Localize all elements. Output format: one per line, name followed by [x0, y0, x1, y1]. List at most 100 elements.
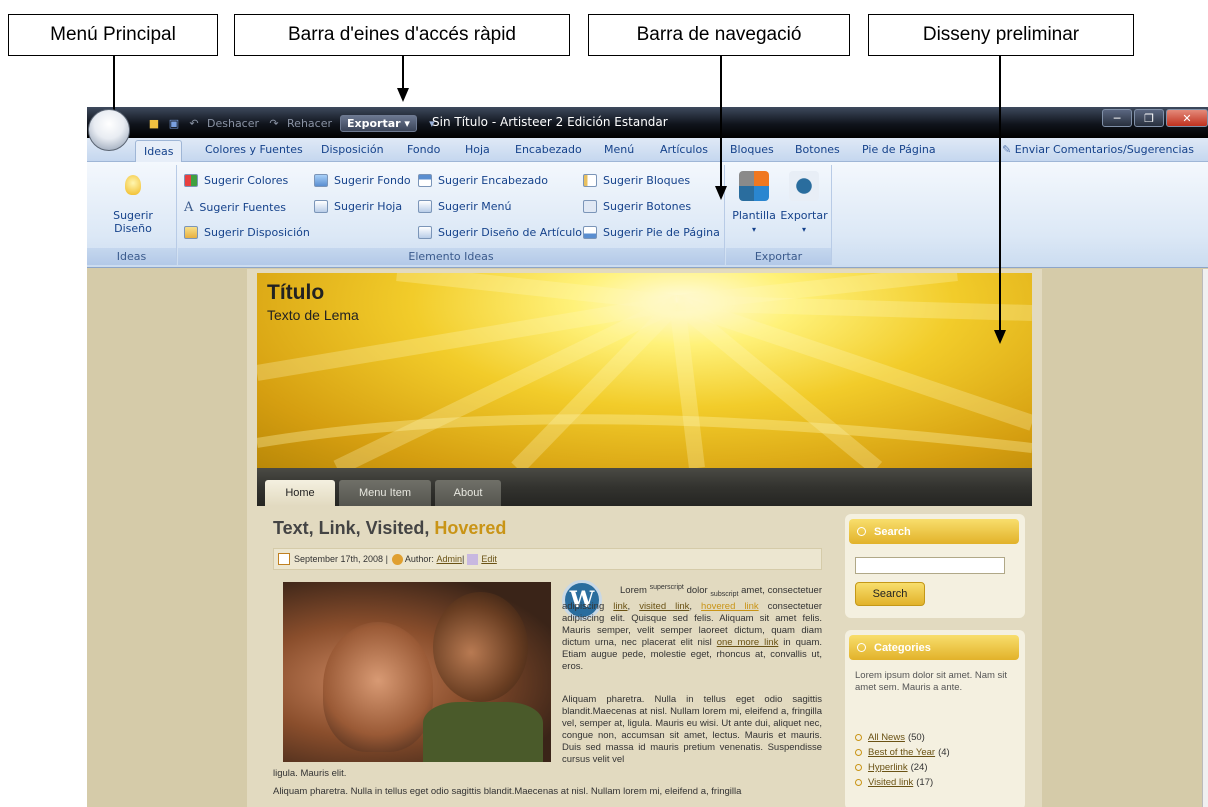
search-input[interactable]	[855, 557, 1005, 574]
suggest-blocks-button[interactable]: Sugerir Bloques	[583, 174, 690, 187]
post-meta: September 17th, 2008 | Author: Admin | E…	[273, 548, 822, 570]
blocks-icon	[583, 174, 597, 187]
group-export: Plantilla ▾ Exportar ▾ Exportar	[726, 165, 832, 265]
redo-icon[interactable]: ↷	[267, 116, 281, 130]
tab-background[interactable]: Fondo	[407, 143, 440, 156]
tab-blocks[interactable]: Bloques	[730, 143, 774, 156]
tab-layout[interactable]: Disposición	[321, 143, 384, 156]
suggest-layout-button[interactable]: Sugerir Disposición	[184, 226, 310, 239]
nav-home[interactable]: Home	[265, 480, 335, 506]
categories-block-header: Categories	[849, 635, 1019, 660]
post-photo	[283, 582, 551, 762]
sample-link[interactable]: link	[613, 601, 627, 612]
list-item: Hyperlink (24)	[855, 760, 950, 775]
main-menu-orb[interactable]	[88, 109, 130, 151]
window-title: Sin Título - Artisteer 2 Edición Estanda…	[432, 115, 668, 129]
category-link[interactable]: All News	[868, 730, 905, 745]
group-label-export: Exportar	[726, 248, 831, 265]
arrowhead-qat	[397, 88, 409, 102]
arrow-line-menu	[113, 56, 115, 113]
undo-button[interactable]: Deshacer	[207, 117, 259, 130]
search-button[interactable]: Search	[855, 582, 925, 606]
undo-icon[interactable]: ↶	[187, 116, 201, 130]
minimize-button[interactable]: ─	[1102, 109, 1132, 127]
categories-text: Lorem ipsum dolor sit amet. Nam sit amet…	[855, 670, 1008, 693]
suggest-footer-button[interactable]: Sugerir Pie de Página	[583, 226, 720, 239]
nav-about[interactable]: About	[435, 480, 501, 506]
search-block: Search Search	[845, 514, 1025, 618]
redo-button[interactable]: Rehacer	[287, 117, 332, 130]
category-link[interactable]: Hyperlink	[868, 760, 908, 775]
callout-navigation-bar: Barra de navegació	[588, 14, 850, 56]
layout-icon	[184, 226, 198, 239]
vertical-scrollbar[interactable]	[1202, 269, 1208, 807]
annotated-screenshot: Menú Principal Barra d'eines d'accés ràp…	[0, 0, 1208, 807]
suggest-article-design-button[interactable]: Sugerir Diseño de Artículo	[418, 226, 582, 239]
post-paragraph-3: Aliquam pharetra. Nulla in tellus eget o…	[273, 786, 742, 797]
site-title: Título	[267, 281, 325, 304]
suggest-sheet-button[interactable]: Sugerir Hoja	[314, 200, 402, 213]
save-icon[interactable]: ▣	[167, 116, 181, 130]
tab-buttons[interactable]: Botones	[795, 143, 840, 156]
tab-sheet[interactable]: Hoja	[465, 143, 490, 156]
ok-button-icon	[583, 200, 597, 213]
title-bar: ■ ▣ ↶ Deshacer ↷ Rehacer Exportar ▾ ▾ Si…	[87, 107, 1208, 138]
more-link[interactable]: one more link	[717, 637, 779, 648]
group-element-ideas: Sugerir Colores A Sugerir Fuentes Sugerir…	[178, 165, 725, 265]
list-item: Best of the Year (4)	[855, 745, 950, 760]
artisteer-window: ■ ▣ ↶ Deshacer ↷ Rehacer Exportar ▾ ▾ Si…	[87, 107, 1208, 807]
post-paragraph-2-end: ligula. Mauris elit.	[273, 768, 347, 779]
hovered-link[interactable]: hovered link	[701, 601, 759, 612]
tab-ideas[interactable]: Ideas	[135, 140, 183, 163]
background-icon	[314, 174, 328, 187]
tab-header[interactable]: Encabezado	[515, 143, 582, 156]
site-nav-bar: Home Menu Item About	[257, 468, 1032, 506]
nav-menu-item[interactable]: Menu Item	[339, 480, 431, 506]
tab-colors-fonts[interactable]: Colores y Fuentes	[205, 143, 303, 156]
author-link[interactable]: Admin	[436, 554, 462, 564]
ribbon: Sugerir Diseño Ideas Sugerir Colores A Su…	[87, 162, 1208, 268]
post-paragraph-2: Aliquam pharetra. Nulla in tellus eget o…	[562, 694, 822, 765]
category-link[interactable]: Visited link	[868, 775, 913, 790]
tab-footer[interactable]: Pie de Página	[862, 143, 936, 156]
arrowhead-design	[994, 330, 1006, 344]
template-button[interactable]: Plantilla ▾	[730, 171, 778, 235]
author-icon	[391, 553, 403, 565]
group-label-ideas: Ideas	[87, 248, 176, 265]
visited-link[interactable]: visited link	[639, 601, 689, 612]
suggest-buttons-button[interactable]: Sugerir Botones	[583, 200, 691, 213]
list-item: All News (50)	[855, 730, 950, 745]
window-controls: ─ ❐ ✕	[1100, 109, 1208, 127]
suggest-header-button[interactable]: Sugerir Encabezado	[418, 174, 548, 187]
arrow-line-qat	[402, 56, 404, 90]
suggest-colors-button[interactable]: Sugerir Colores	[184, 174, 288, 187]
feedback-icon: ✎	[1002, 143, 1015, 156]
open-folder-icon[interactable]: ■	[147, 116, 161, 130]
page-sheet: Título Texto de Lema Home Menu Item Abou…	[247, 269, 1042, 807]
suggest-menu-button[interactable]: Sugerir Menú	[418, 200, 512, 213]
arrow-line-nav	[720, 56, 722, 188]
tab-articles[interactable]: Artículos	[660, 143, 708, 156]
close-button[interactable]: ✕	[1166, 109, 1208, 127]
font-a-icon: A	[184, 200, 194, 215]
lightbulb-icon	[125, 175, 141, 195]
suggest-background-button[interactable]: Sugerir Fondo	[314, 174, 411, 187]
category-link[interactable]: Best of the Year	[868, 745, 935, 760]
list-item: Visited link (17)	[855, 775, 950, 790]
send-feedback-link[interactable]: ✎ Enviar Comentarios/Sugerencias	[1002, 143, 1194, 156]
tab-menu[interactable]: Menú	[604, 143, 634, 156]
footer-icon	[583, 226, 597, 239]
site-slogan: Texto de Lema	[267, 307, 359, 323]
suggest-design-button[interactable]: Sugerir Diseño	[93, 175, 173, 235]
calendar-icon	[278, 553, 290, 565]
quick-access-toolbar: ■ ▣ ↶ Deshacer ↷ Rehacer Exportar ▾ ▾	[147, 114, 445, 132]
export-button[interactable]: Exportar ▾	[780, 171, 828, 235]
edit-link[interactable]: Edit	[481, 554, 497, 564]
export-wordpress-icon	[789, 171, 819, 201]
export-quick-button[interactable]: Exportar ▾	[340, 114, 417, 132]
header-icon	[418, 174, 432, 187]
suggest-fonts-button[interactable]: A Sugerir Fuentes	[184, 200, 286, 215]
post-content: Text, Link, Visited, Hovered September 1…	[257, 506, 832, 807]
restore-button[interactable]: ❐	[1134, 109, 1164, 127]
categories-list: All News (50) Best of the Year (4) Hyperli…	[855, 730, 950, 790]
